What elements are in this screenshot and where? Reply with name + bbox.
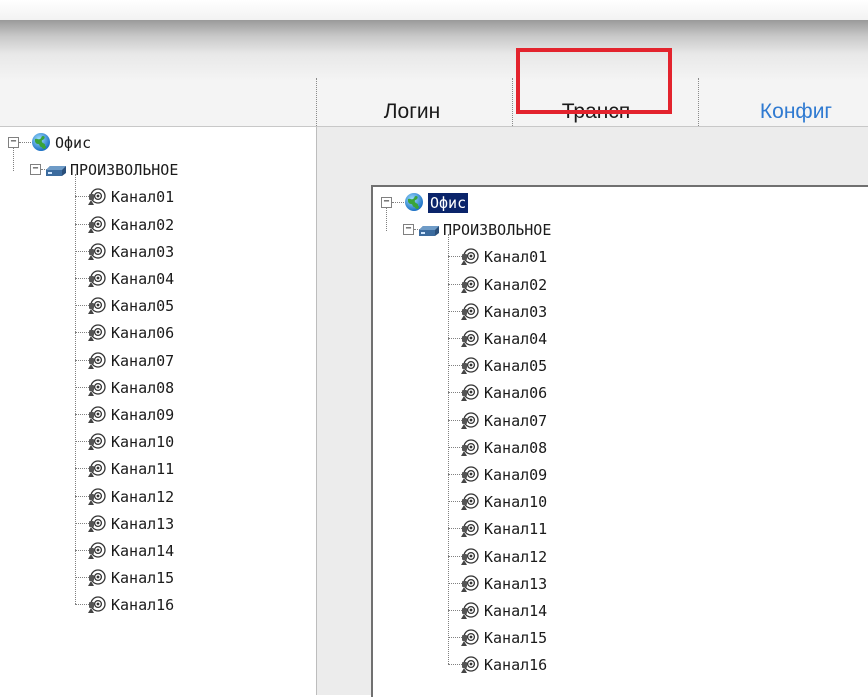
tree-channel-label: Канал15 <box>111 569 175 588</box>
tree-channel-label: Канал11 <box>484 520 548 539</box>
camera-icon <box>460 601 480 625</box>
tree-channel-label: Канал10 <box>484 493 548 512</box>
globe-icon <box>31 132 51 156</box>
camera-icon <box>460 302 480 326</box>
camera-icon <box>87 323 107 347</box>
camera-icon <box>87 351 107 375</box>
tree-device-label: ПРОИЗВОЛЬНОЕ <box>70 161 179 180</box>
camera-icon <box>87 487 107 511</box>
tree-channel-label: Канал08 <box>484 438 548 457</box>
camera-icon <box>87 296 107 320</box>
collapse-minus-icon[interactable]: − <box>30 164 41 176</box>
camera-icon <box>87 269 107 293</box>
tab-config[interactable]: Конфиг <box>736 96 856 128</box>
tree-channel-label: Канал09 <box>111 406 175 424</box>
camera-icon <box>460 547 480 571</box>
camera-icon <box>460 465 480 489</box>
camera-icon <box>87 187 107 211</box>
camera-icon <box>87 242 107 266</box>
camera-icon <box>87 568 107 592</box>
camera-icon <box>460 492 480 516</box>
camera-icon <box>87 514 107 538</box>
dvr-device-icon <box>418 223 440 242</box>
camera-icon <box>87 378 107 402</box>
tree-channel-label: Канал04 <box>111 270 175 288</box>
camera-icon <box>87 459 107 483</box>
toolbar-separator <box>512 78 513 132</box>
tree-channel-label: Канал04 <box>484 330 548 348</box>
tree-channel-label: Канал12 <box>111 487 175 506</box>
tab-login[interactable]: Логин <box>357 96 467 128</box>
tree-channel-label: Канал09 <box>484 466 548 484</box>
tree-root-label: Офис <box>428 193 469 213</box>
tree-channel-label: Канал02 <box>111 215 175 234</box>
camera-icon <box>460 275 480 299</box>
tree-channel-label: Канал05 <box>111 297 175 316</box>
tree-channel-label: Канал16 <box>484 656 548 675</box>
camera-icon <box>87 215 107 239</box>
tree-channel-label: Канал16 <box>111 596 175 615</box>
tree-channel-label: Канал12 <box>484 547 548 566</box>
dvr-device-icon <box>45 163 67 182</box>
tree-channel-label: Канал08 <box>111 378 175 397</box>
transport-tree-panel: − Офис − ПРОИЗВОЛЬНОЕ Канал01 Канал02 Канал03 К… <box>371 185 868 697</box>
camera-icon <box>87 541 107 565</box>
camera-icon <box>460 438 480 462</box>
camera-icon <box>460 519 480 543</box>
camera-icon <box>87 595 107 619</box>
camera-icon <box>460 655 480 679</box>
tree-channel-label: Канал03 <box>484 302 548 321</box>
toolbar-separator <box>698 78 699 132</box>
highlight-box <box>516 48 672 114</box>
tree-channel-label: Канал06 <box>111 324 175 343</box>
device-tree-sidebar: − Офис − ПРОИЗВОЛЬНОЕ Канал01 Канал02 Канал03 К… <box>0 127 317 695</box>
camera-icon <box>460 356 480 380</box>
window-top-strip <box>0 0 868 20</box>
camera-icon <box>460 628 480 652</box>
tree-channel-label: Канал07 <box>484 411 548 430</box>
globe-icon <box>404 192 424 216</box>
tree-channel-label: Канал07 <box>111 351 175 370</box>
tree-channel-label: Канал06 <box>484 384 548 403</box>
tree-channel-label: Канал13 <box>111 514 175 533</box>
tree-channel-label: Канал14 <box>484 602 548 620</box>
tree-channel-label: Канал01 <box>111 188 175 207</box>
tree-channel-label: Канал15 <box>484 629 548 648</box>
tree-channel-label: Канал02 <box>484 275 548 294</box>
tree-channel-label: Канал05 <box>484 357 548 376</box>
tree-channel-label: Канал11 <box>111 460 175 479</box>
camera-icon <box>460 329 480 353</box>
toolbar-separator <box>316 78 317 132</box>
collapse-minus-icon[interactable]: − <box>403 224 414 236</box>
tree-channel-label: Канал10 <box>111 433 175 452</box>
tree-channel-label: Канал13 <box>484 574 548 593</box>
tree-channel-label: Канал14 <box>111 542 175 560</box>
tree-channel-label: Канал01 <box>484 248 548 267</box>
camera-icon <box>460 383 480 407</box>
camera-icon <box>460 574 480 598</box>
tree-root-label: Офис <box>55 134 92 152</box>
camera-icon <box>87 405 107 429</box>
top-toolbar: Логин Трансп Конфиг <box>0 20 868 132</box>
tree-channel-label: Канал03 <box>111 242 175 261</box>
camera-icon <box>460 411 480 435</box>
camera-icon <box>87 432 107 456</box>
tree-device-label: ПРОИЗВОЛЬНОЕ <box>443 221 552 240</box>
camera-icon <box>460 247 480 271</box>
